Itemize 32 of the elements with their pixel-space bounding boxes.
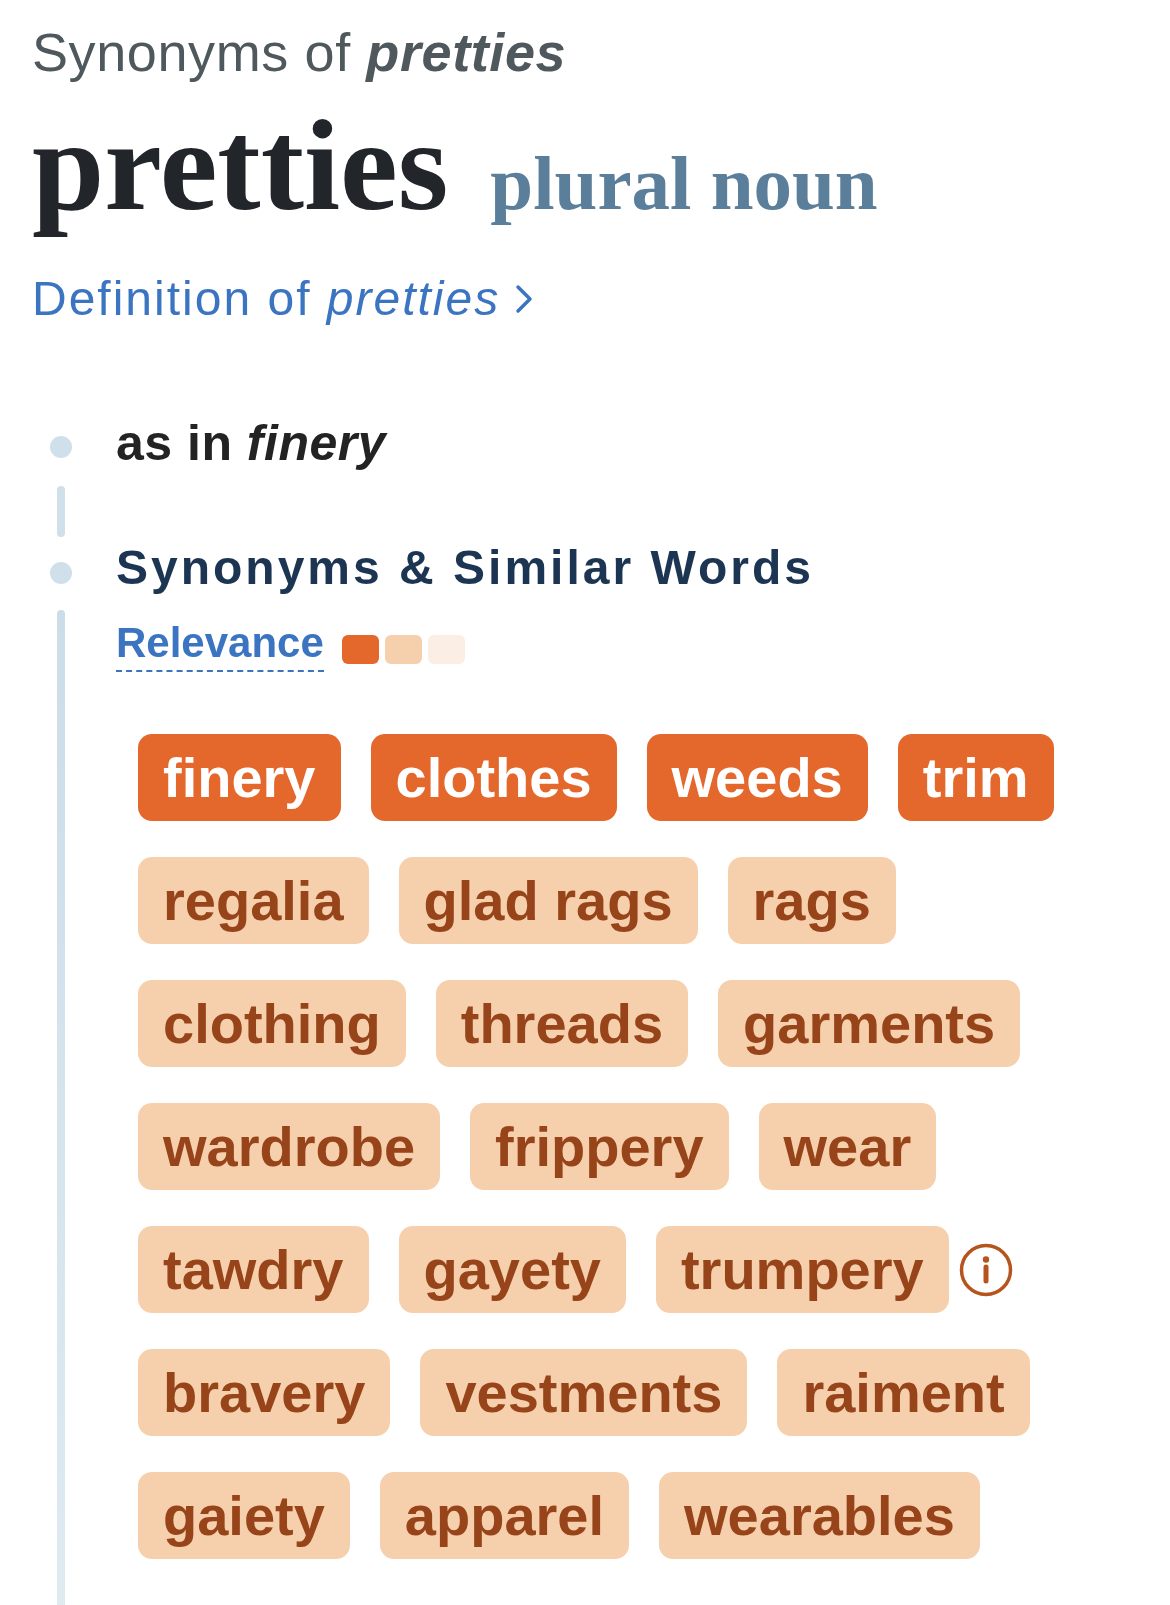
synonym-chip[interactable]: clothes bbox=[370, 734, 617, 821]
synonym-chip[interactable]: trim bbox=[897, 734, 1054, 821]
sense-label: as in finery bbox=[116, 414, 386, 473]
relevance-link[interactable]: Relevance bbox=[116, 620, 324, 672]
synonym-chip[interactable]: wear bbox=[758, 1103, 937, 1190]
synonym-chip[interactable]: bravery bbox=[138, 1349, 391, 1436]
synonym-chip[interactable]: clothing bbox=[138, 980, 406, 1067]
timeline-line bbox=[57, 486, 65, 537]
part-of-speech: plural noun bbox=[490, 139, 878, 228]
synonym-chip[interactable]: frippery bbox=[470, 1103, 729, 1190]
synonym-chip[interactable]: rags bbox=[727, 857, 896, 944]
definition-link[interactable]: Definition of pretties bbox=[32, 270, 535, 328]
synonym-chip[interactable]: wearables bbox=[659, 1472, 980, 1559]
synonym-chip[interactable]: raiment bbox=[777, 1349, 1030, 1436]
synonym-chip[interactable]: regalia bbox=[138, 857, 369, 944]
synonym-chip[interactable]: vestments bbox=[420, 1349, 748, 1436]
synonym-chip[interactable]: finery bbox=[138, 734, 341, 821]
section-title: Synonyms & Similar Words bbox=[116, 540, 814, 596]
synonym-chip[interactable]: gayety bbox=[398, 1226, 626, 1313]
synonym-chip[interactable]: threads bbox=[435, 980, 689, 1067]
synonym-chip[interactable]: gaiety bbox=[138, 1472, 350, 1559]
headword: pretties bbox=[32, 95, 449, 235]
synonym-chip[interactable]: trumpery bbox=[655, 1226, 949, 1313]
synonym-chip[interactable]: weeds bbox=[646, 734, 868, 821]
synonym-chip[interactable]: apparel bbox=[379, 1472, 630, 1559]
synonym-chip[interactable]: tawdry bbox=[138, 1226, 369, 1313]
synonym-chip[interactable]: garments bbox=[718, 980, 1021, 1067]
synonym-chip[interactable]: wardrobe bbox=[138, 1103, 441, 1190]
info-icon[interactable] bbox=[958, 1242, 1013, 1297]
chevron-right-icon bbox=[514, 284, 535, 314]
synonym-chip[interactable]: glad rags bbox=[398, 857, 698, 944]
page-heading: Synonyms of pretties bbox=[32, 21, 567, 84]
